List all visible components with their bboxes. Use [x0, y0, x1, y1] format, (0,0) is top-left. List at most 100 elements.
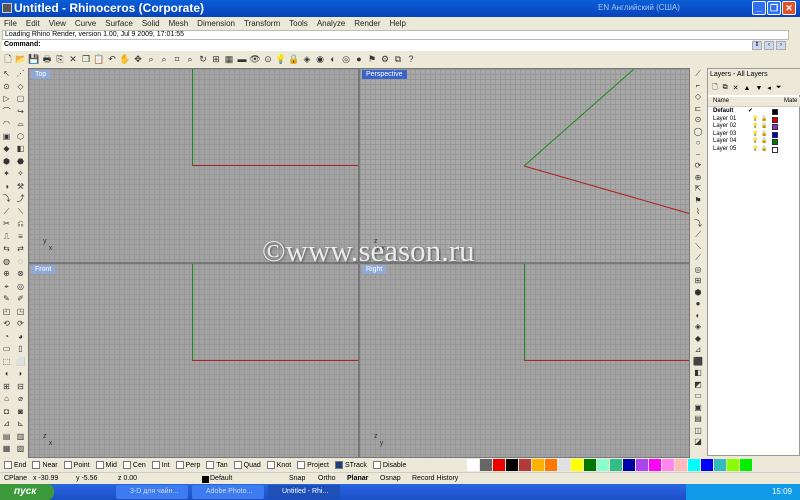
right-tool-8-icon[interactable]: ⟳	[690, 160, 706, 172]
tool-26-icon[interactable]: ⎍	[0, 231, 13, 243]
viewport-label-front[interactable]: Front	[31, 265, 56, 274]
checkbox[interactable]	[4, 461, 12, 469]
lock-icon[interactable]: 🔓	[761, 131, 767, 139]
checkbox[interactable]	[63, 461, 72, 469]
checkbox[interactable]	[233, 461, 242, 469]
menu-tools[interactable]: Tools	[289, 19, 308, 28]
osnap-point[interactable]: Point	[63, 461, 90, 469]
right-tool-25-icon[interactable]: ⬛	[690, 356, 706, 368]
tool-20-icon[interactable]: ⤵	[0, 193, 13, 205]
checkbox[interactable]	[297, 461, 306, 469]
menu-analyze[interactable]: Analyze	[317, 19, 345, 28]
palette-color[interactable]	[545, 459, 557, 471]
tool-48-icon[interactable]: ◖	[0, 368, 13, 380]
open-icon[interactable]: 📂	[15, 53, 27, 65]
tool-17-icon[interactable]: ✧	[14, 168, 27, 180]
tool-22-icon[interactable]: ⟋	[0, 206, 13, 218]
right-tool-2-icon[interactable]: ◇	[690, 91, 706, 103]
layer-row[interactable]: Default ✔	[708, 108, 800, 116]
new-sublayer-icon[interactable]: ⧉	[723, 84, 728, 92]
lock-icon[interactable]: 🔓	[761, 123, 767, 131]
right-tool-10-icon[interactable]: ⇱	[690, 183, 706, 195]
move-icon[interactable]: ✥	[132, 53, 144, 65]
osnap-mid[interactable]: Mid	[95, 461, 117, 469]
print-icon[interactable]: 🖶	[41, 53, 53, 65]
palette-color[interactable]	[701, 459, 713, 471]
right-tool-18-icon[interactable]: ⊞	[690, 275, 706, 287]
tool-0-icon[interactable]: ↖	[0, 68, 13, 80]
lock-icon[interactable]: 🔓	[761, 138, 767, 146]
paste-icon[interactable]: 📋	[93, 53, 105, 65]
right-tool-1-icon[interactable]: ⌐	[690, 80, 706, 92]
layer-color-swatch[interactable]	[772, 131, 778, 138]
tool-3-icon[interactable]: ◇	[14, 81, 27, 93]
tool-50-icon[interactable]: ⊞	[0, 381, 13, 393]
tool-39-icon[interactable]: ◳	[14, 306, 27, 318]
filter-icon[interactable]: ⏷	[776, 84, 782, 92]
layer-row[interactable]: Layer 04 💡 🔓	[708, 138, 800, 146]
menu-view[interactable]: View	[49, 19, 66, 28]
group-icon[interactable]: ⧉	[392, 53, 404, 65]
tool-6-icon[interactable]: ⌒	[0, 106, 13, 118]
tool-59-icon[interactable]: ▥	[14, 431, 27, 443]
tool-36-icon[interactable]: ✎	[0, 293, 13, 305]
viewport-right[interactable]: Right z y	[359, 263, 690, 458]
tool-44-icon[interactable]: ▭	[0, 343, 13, 355]
right-tool-6-icon[interactable]: ○	[690, 137, 706, 149]
checkbox[interactable]	[151, 461, 160, 469]
lock-icon[interactable]: 🔒	[288, 53, 300, 65]
right-tool-0-icon[interactable]: ⟋	[690, 68, 706, 80]
right-tool-24-icon[interactable]: ⊿	[690, 344, 706, 356]
tool-56-icon[interactable]: ⊿	[0, 418, 13, 430]
four-viewports-icon[interactable]: ⊞	[210, 53, 222, 65]
point-icon[interactable]: ⊙	[262, 53, 274, 65]
osnap-cen[interactable]: Cen	[122, 461, 146, 469]
visibility-bulb-icon[interactable]: 💡	[752, 138, 758, 146]
tool-54-icon[interactable]: ◘	[0, 406, 13, 418]
tool-19-icon[interactable]: ⚒	[14, 181, 27, 193]
tool-52-icon[interactable]: ⌂	[0, 393, 13, 405]
tool-24-icon[interactable]: ✂	[0, 218, 13, 230]
tool-28-icon[interactable]: ⇆	[0, 243, 13, 255]
tool-4-icon[interactable]: ▷	[0, 93, 13, 105]
osnap-quad[interactable]: Quad	[233, 461, 261, 469]
osnap-int[interactable]: Int	[151, 461, 170, 469]
tool-10-icon[interactable]: ▣	[0, 131, 13, 143]
tool-30-icon[interactable]: ◍	[0, 256, 13, 268]
menu-transform[interactable]: Transform	[244, 19, 280, 28]
right-tool-16-icon[interactable]: ⟋	[690, 252, 706, 264]
menu-surface[interactable]: Surface	[105, 19, 133, 28]
right-tool-21-icon[interactable]: ◐	[690, 310, 706, 322]
zoom-window-icon[interactable]: ⌕	[158, 53, 170, 65]
tool-57-icon[interactable]: ⊾	[14, 418, 27, 430]
tool-33-icon[interactable]: ⊗	[14, 268, 27, 280]
move-up-icon[interactable]: ▲	[744, 85, 751, 92]
tool-29-icon[interactable]: ⇄	[14, 243, 27, 255]
menu-edit[interactable]: Edit	[26, 19, 40, 28]
layer-name[interactable]: Layer 05	[713, 146, 736, 152]
palette-color[interactable]	[532, 459, 544, 471]
tool-8-icon[interactable]: ◠	[0, 118, 13, 130]
command-input[interactable]: Command:	[2, 40, 752, 51]
right-tool-31-icon[interactable]: ◫	[690, 425, 706, 437]
tool-34-icon[interactable]: ⌖	[0, 281, 13, 293]
layer-row[interactable]: Layer 05 💡 🔓	[708, 146, 800, 154]
zoom-icon[interactable]: ⌕	[145, 53, 157, 65]
taskbar-item-active[interactable]: Untitled - Rhi...	[268, 485, 340, 499]
tool-60-icon[interactable]: ▦	[0, 443, 13, 455]
palette-color[interactable]	[675, 459, 687, 471]
menu-help[interactable]: Help	[390, 19, 406, 28]
right-tool-13-icon[interactable]: ⤵	[690, 218, 706, 230]
menu-curve[interactable]: Curve	[75, 19, 96, 28]
palette-color[interactable]	[597, 459, 609, 471]
palette-color[interactable]	[636, 459, 648, 471]
taskbar-item[interactable]: 3-D для чайн...	[116, 485, 188, 499]
osnap-strack[interactable]: STrack	[334, 461, 367, 469]
layer-name[interactable]: Layer 02	[713, 123, 736, 129]
osnap-disable[interactable]: Disable	[372, 461, 406, 469]
visibility-bulb-icon[interactable]: 💡	[752, 123, 758, 131]
tool-58-icon[interactable]: ▤	[0, 431, 13, 443]
move-down-icon[interactable]: ▼	[755, 85, 762, 92]
settings-icon[interactable]: ⚙	[379, 53, 391, 65]
checkbox[interactable]	[334, 461, 343, 469]
